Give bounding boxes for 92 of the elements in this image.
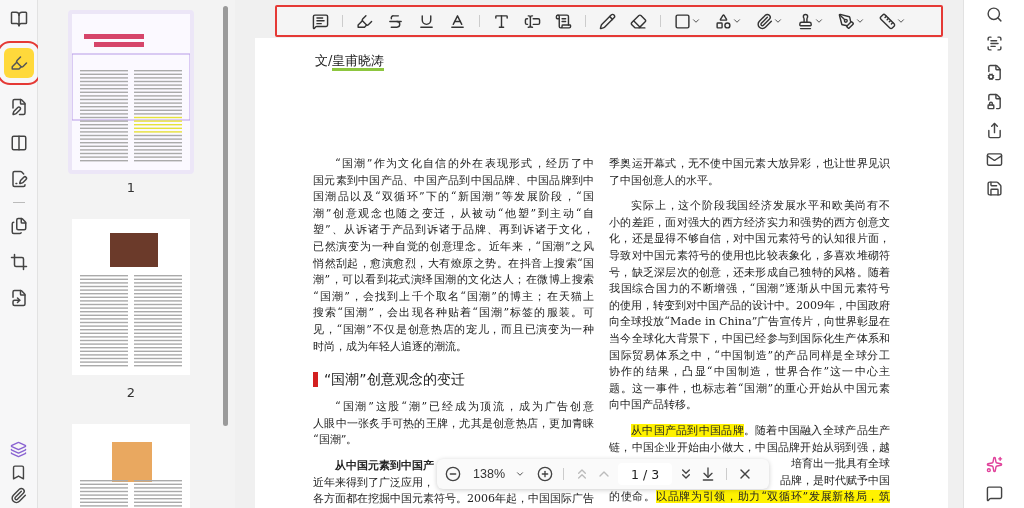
mail-icon[interactable] <box>985 151 1003 168</box>
callout-icon <box>555 12 573 30</box>
text-line: 链，中国企业开始由小做大，中国品牌开始从弱到强，越 <box>609 439 891 456</box>
paperclip-icon <box>756 12 774 30</box>
text-line: “国潮”。 <box>313 432 358 449</box>
sparkle-icon[interactable] <box>985 456 1003 473</box>
text-line: 的使命。以品牌为引领，助力“双循环”发展新格局，筑 <box>609 489 891 506</box>
convert-icon <box>9 289 28 307</box>
pencil-icon <box>599 12 617 30</box>
shapes-icon <box>715 12 733 30</box>
text-line: “国潮”作为文化自信的外在表现形式，经历了中 <box>334 156 595 172</box>
text-line: 时尚，成为年轻人追逐的潮流。 <box>313 338 468 355</box>
text-line: 小的差距，面对强大的西方经济实力和强势的西方创意文 <box>609 214 891 231</box>
caret-icon <box>732 16 743 26</box>
text-line: 当今全球化大背景下，中国已经参与到国际化生产体系和 <box>609 330 891 347</box>
highlighter-icon <box>9 54 28 72</box>
text-line: 协作的结果，凸显“中国制造，世界合作”这一中心主 <box>609 364 891 381</box>
share-icon[interactable] <box>985 122 1003 139</box>
caret-icon <box>515 469 526 479</box>
text-icon <box>493 12 511 30</box>
file-lock-icon[interactable] <box>985 93 1003 110</box>
layers-icon[interactable] <box>10 441 28 458</box>
underline-icon <box>418 12 436 30</box>
caret-icon <box>814 16 825 26</box>
text-line: 品牌，是时代赋予中国 <box>780 472 891 489</box>
text-line: 国潮品以及“双循环”下的“新国潮”等发展阶段，“国 <box>313 189 595 206</box>
ocr-icon[interactable] <box>985 35 1003 52</box>
heading-marker <box>313 371 319 387</box>
text-line: 潮”创意观念也随之变迁，从被动“他塑”到主动“自 <box>313 205 595 222</box>
text-line: 国元素到中国产品、中国产品到中国品牌、中国品牌到中 <box>313 172 595 189</box>
text-line: 悄然刮起，愈演愈烈，大有燎原之势。在抖音上搜索“国 <box>313 255 595 272</box>
author-line: 文/皇甫晓涛 <box>315 52 891 156</box>
text-line: 见，“国潮”不仅是创意热店的宠儿，而且已演变为一种 <box>313 321 595 338</box>
text-line: 培育出一批具有全球 <box>791 456 891 473</box>
text-line: 向全球投放“Made in China”广告宣传片，向世界彰显在 <box>609 314 891 331</box>
square-icon <box>674 12 692 30</box>
zoom-select[interactable]: 138% <box>467 467 532 481</box>
scrollbar-thumb[interactable] <box>223 6 229 426</box>
ruler-icon <box>879 12 897 30</box>
caret-icon <box>691 16 702 26</box>
text-line: 从中国元素到中国产 <box>334 457 435 474</box>
text-line: 搜索“国潮”，会出现各种贴着“国潮”标签的服装。可 <box>313 305 595 322</box>
text-line: 各方面都在挖掘中国元素符号。2006年起，中国国际广告 <box>313 491 595 508</box>
pen-icon <box>838 12 856 30</box>
stamp-icon <box>797 12 815 30</box>
crop-icon <box>9 253 28 271</box>
text-line: “国潮”，会找到上千个取名“国潮”的博主；在天猫上 <box>313 288 595 305</box>
edit-page-icon <box>9 98 28 116</box>
text-line: 导致对中国元素符号的使用也比较表象化，多喜欢堆砌符 <box>609 247 891 264</box>
attachment-icon[interactable] <box>10 487 28 504</box>
text-line: 塑”、从诉诸于产品到诉诸于品牌、再到诉诸于文化， <box>313 222 595 239</box>
text-line: 我国综合国力的不断增强，“国潮”逐渐从中国元素符号 <box>609 281 891 298</box>
text-line: 已然演变为一种自觉的创意理念。近年来，“国潮”之风 <box>313 238 595 255</box>
chat-icon[interactable] <box>985 485 1003 502</box>
pages-icon <box>9 217 28 235</box>
text-box-icon <box>524 12 542 30</box>
zoom-in-icon <box>537 466 554 482</box>
text-line: 号，缺乏深层次的创意，还未形成自己独特的风格。随着 <box>609 264 891 281</box>
text-line: 的使用，转变到对中国产品的设计中。2009年，中国政府 <box>609 297 891 314</box>
page-field[interactable]: 1 / 3 <box>618 463 673 485</box>
text-line: “国潮”这股“潮”已经成为顶流，成为广告创意 <box>334 399 595 416</box>
page-thumbnail[interactable] <box>67 10 194 174</box>
zoom-out-button[interactable] <box>445 466 462 482</box>
text-line: 季奥运开幕式，无不使中国元素大放异彩，也让世界见识 <box>609 156 891 172</box>
search-icon[interactable] <box>985 6 1003 23</box>
highlighter-icon <box>356 12 374 30</box>
text-line: 近年来得到了广泛应用， <box>313 474 435 491</box>
form-icon <box>9 134 28 152</box>
text-line: 人眼中一张炙手可热的王牌，尤其是创意热店，更加青睐 <box>313 415 595 432</box>
text-line: 国际贸易体系之中，“中国制造”的产品同样是全球分工 <box>609 347 891 364</box>
text-line: 潮”，可以看到花式演绎国潮的文化达人；在微博上搜索 <box>313 272 595 289</box>
text-line: 向中国产品转移。 <box>609 397 698 414</box>
zoom-out-icon <box>445 466 462 482</box>
caret-icon <box>855 16 866 26</box>
section-heading: “国潮”创意观念的变迁 <box>324 370 465 389</box>
file-gear-icon[interactable] <box>985 64 1003 81</box>
save-icon[interactable] <box>985 180 1003 197</box>
comment-icon <box>312 12 330 30</box>
caret-icon <box>773 16 784 26</box>
eraser-icon <box>630 12 648 30</box>
text-color-icon <box>449 12 467 30</box>
text-line: 了中国创意人的水平。 <box>609 172 720 189</box>
strikethrough-icon <box>387 12 405 30</box>
text-line: 实际上，这个阶段我国经济发展水平和欧美尚有不 <box>630 198 891 215</box>
sign-icon <box>9 170 28 188</box>
caret-icon <box>896 16 907 26</box>
text-line: 题。这一事件，也标志着“国潮”的重心开始从中国元素 <box>609 380 891 397</box>
zoom-in-button[interactable] <box>537 466 554 482</box>
reader-icon <box>9 10 28 28</box>
page-number: 1 <box>126 180 135 195</box>
page-number: 2 <box>126 385 135 400</box>
text-line: 化，还是显得不够自信，对中国元素符号的认知很片面， <box>609 231 891 248</box>
